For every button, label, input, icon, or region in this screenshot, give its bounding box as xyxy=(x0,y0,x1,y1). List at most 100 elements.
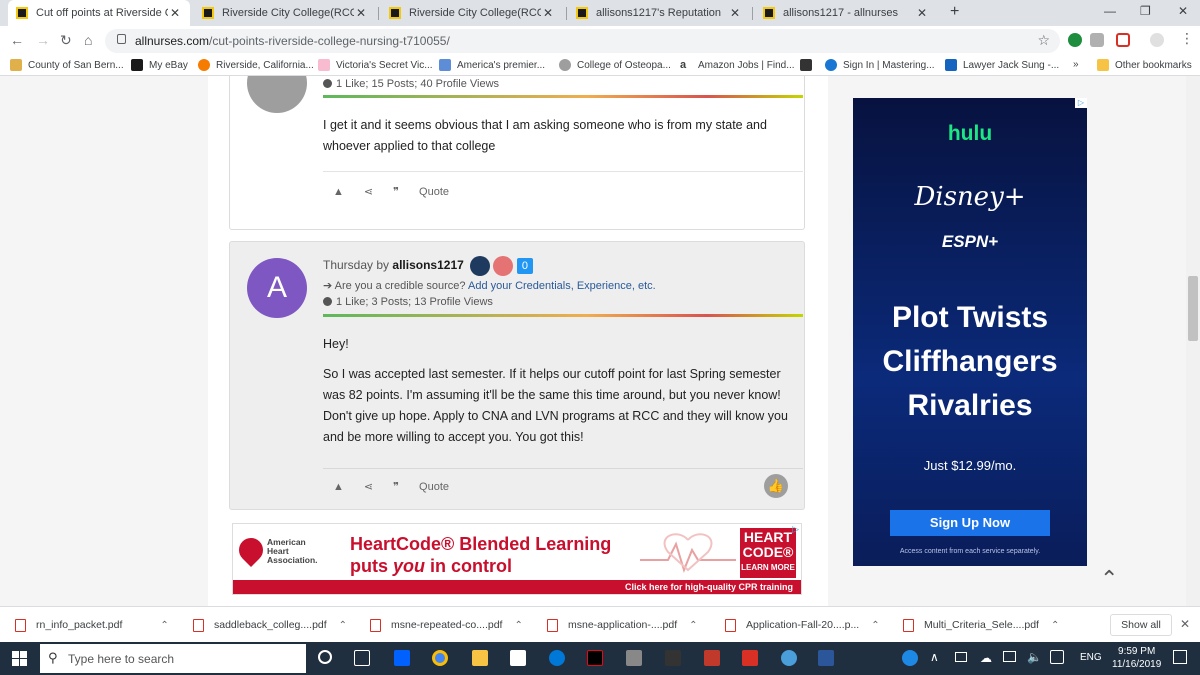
tab-riverside-rcc-2[interactable]: Riverside City College(RCC) Scho ✕ xyxy=(381,0,563,26)
download-item[interactable]: saddleback_colleg....pdf ⌃ xyxy=(193,607,347,643)
chevron-up-icon[interactable]: ⌃ xyxy=(514,620,522,631)
tab-riverside-rcc-1[interactable]: Riverside City College(RCC) Scho ✕ xyxy=(194,0,376,26)
download-item[interactable]: Multi_Criteria_Sele....pdf ⌃ xyxy=(903,607,1059,643)
report-warning-icon[interactable]: ▲ xyxy=(333,481,344,493)
amazon-icon[interactable] xyxy=(510,650,526,666)
download-item[interactable]: Application-Fall-20....p... ⌃ xyxy=(725,607,880,643)
tray-chevron-up-icon[interactable]: ∧ xyxy=(930,650,939,664)
bookmark-star-icon[interactable]: ☆ xyxy=(1037,32,1050,49)
report-warning-icon[interactable]: ▲ xyxy=(333,186,344,198)
chevron-up-icon[interactable]: ⌃ xyxy=(1051,620,1059,631)
taskbar-clock[interactable]: 9:59 PM 11/16/2019 xyxy=(1112,645,1161,671)
extension-pdf-icon[interactable] xyxy=(1090,33,1104,47)
new-tab-plus-icon[interactable]: + xyxy=(950,3,959,21)
home-icon[interactable]: ⌂ xyxy=(84,32,92,48)
bookmark-americas-premier[interactable]: America's premier... xyxy=(439,59,545,71)
bookmark-victorias-secret[interactable]: Victoria's Secret Vic... xyxy=(318,59,433,71)
close-tab-icon[interactable]: ✕ xyxy=(541,6,555,20)
dropbox-icon[interactable] xyxy=(394,650,410,666)
bookmark-riverside[interactable]: Riverside, California... xyxy=(198,59,314,71)
address-bar[interactable]: allnurses.com/cut-points-riverside-colle… xyxy=(105,29,1060,53)
windows-start-icon[interactable] xyxy=(12,651,27,666)
language-indicator[interactable]: ENG xyxy=(1080,652,1102,663)
app-icon[interactable] xyxy=(704,650,720,666)
adchoices-icon[interactable]: ▷ xyxy=(792,524,799,535)
scrollbar-thumb[interactable] xyxy=(1188,276,1198,341)
quote-marks-icon[interactable]: ❞ xyxy=(393,480,399,493)
restore-icon[interactable]: ❐ xyxy=(1140,4,1151,18)
chevron-up-icon[interactable]: ⌃ xyxy=(160,620,168,631)
close-tab-icon[interactable]: ✕ xyxy=(168,6,182,20)
add-credentials-link[interactable]: Add your Credentials, Experience, etc. xyxy=(468,280,656,292)
help-icon[interactable] xyxy=(902,650,918,666)
quote-marks-icon[interactable]: ❞ xyxy=(393,185,399,198)
chevron-up-icon[interactable]: ⌃ xyxy=(339,620,347,631)
close-tab-icon[interactable]: ✕ xyxy=(728,6,742,20)
calculator-icon[interactable] xyxy=(626,650,642,666)
sign-up-now-button[interactable]: Sign Up Now xyxy=(890,510,1050,536)
netflix-icon[interactable] xyxy=(587,650,603,666)
avatar[interactable]: A xyxy=(247,258,307,318)
zoom-icon[interactable] xyxy=(781,650,797,666)
tab-reputation[interactable]: allisons1217's Reputation ✕ xyxy=(568,0,750,26)
bookmark-mastering[interactable] xyxy=(800,59,818,71)
heartcode-ad[interactable]: American Heart Association. HeartCode® Ble… xyxy=(232,523,802,595)
keyboard-icon[interactable] xyxy=(1050,650,1064,664)
minimize-icon[interactable]: — xyxy=(1104,4,1116,18)
cortana-icon[interactable] xyxy=(318,650,332,664)
disney-bundle-ad[interactable]: ▷ hulu Disney+ ESPN+ Plot Twists Cliffhan… xyxy=(853,98,1087,566)
chevron-up-icon[interactable]: ⌃ xyxy=(871,620,879,631)
file-explorer-icon[interactable] xyxy=(472,650,488,666)
download-item[interactable]: msne-application-....pdf ⌃ xyxy=(547,607,698,643)
show-all-downloads-button[interactable]: Show all xyxy=(1110,614,1172,636)
ad-cta-strip[interactable]: Click here for high-quality CPR training xyxy=(233,580,801,594)
quote-button[interactable]: Quote xyxy=(419,186,449,198)
profile-avatar-icon[interactable] xyxy=(1150,33,1164,47)
avatar[interactable] xyxy=(247,76,307,113)
quote-button[interactable]: Quote xyxy=(419,481,449,493)
tab-cut-off-points[interactable]: Cut off points at Riverside Colleg ✕ xyxy=(8,0,190,26)
edge-icon[interactable] xyxy=(549,650,565,666)
download-item[interactable]: rn_info_packet.pdf ⌃ xyxy=(15,607,169,643)
download-item[interactable]: msne-repeated-co....pdf ⌃ xyxy=(370,607,523,643)
close-tab-icon[interactable]: ✕ xyxy=(915,6,929,20)
bookmarks-overflow[interactable]: » xyxy=(1073,59,1079,70)
tab-allnurses-profile[interactable]: allisons1217 - allnurses ✕ xyxy=(755,0,937,26)
close-downloads-icon[interactable]: ✕ xyxy=(1180,617,1190,631)
bookmark-lawyer[interactable]: Lawyer Jack Sung -... xyxy=(945,59,1059,71)
adchoices-icon[interactable]: ▷ xyxy=(1075,98,1087,108)
volume-icon[interactable]: 🔈 xyxy=(1027,650,1042,664)
notifications-icon[interactable] xyxy=(1173,650,1187,664)
extension-grammarly-icon[interactable] xyxy=(1068,33,1082,47)
kindle-icon[interactable] xyxy=(665,650,681,666)
bookmark-college-osteopathic[interactable]: College of Osteopa... xyxy=(559,59,671,71)
victorias-secret-icon xyxy=(318,59,330,71)
cloud-icon[interactable]: ☁ xyxy=(980,651,992,665)
bookmark-amazon-jobs[interactable]: a Amazon Jobs | Find... xyxy=(680,59,795,71)
acrobat-icon[interactable] xyxy=(742,650,758,666)
forward-arrow-icon[interactable]: → xyxy=(36,32,50,48)
battery-icon[interactable] xyxy=(955,652,967,662)
task-view-icon[interactable] xyxy=(354,650,370,666)
extension-calendar-icon[interactable] xyxy=(1116,33,1130,47)
network-icon[interactable] xyxy=(1003,651,1016,662)
bookmark-other[interactable]: Other bookmarks xyxy=(1097,59,1192,71)
scroll-to-top-chevron-icon[interactable]: ⌃ xyxy=(1100,566,1118,592)
bookmark-county[interactable]: County of San Bern... xyxy=(10,59,124,71)
bookmark-sign-in[interactable]: Sign In | Mastering... xyxy=(825,59,935,71)
menu-kebab-icon[interactable]: ⋮ xyxy=(1180,30,1194,47)
word-icon[interactable] xyxy=(818,650,834,666)
like-thumbs-up-icon[interactable]: 👍 xyxy=(764,474,788,498)
back-arrow-icon[interactable]: ← xyxy=(10,32,24,48)
share-icon[interactable]: ⋖ xyxy=(364,480,373,493)
page-scrollbar[interactable] xyxy=(1186,76,1200,606)
author-link[interactable]: allisons1217 xyxy=(392,258,463,272)
taskbar-search-box[interactable]: ⚲ Type here to search xyxy=(40,644,306,673)
share-icon[interactable]: ⋖ xyxy=(364,185,373,198)
window-close-icon[interactable]: ✕ xyxy=(1178,4,1188,18)
reload-icon[interactable]: ↻ xyxy=(60,32,72,49)
chrome-icon[interactable] xyxy=(432,650,448,666)
close-tab-icon[interactable]: ✕ xyxy=(354,6,368,20)
bookmark-ebay[interactable]: My eBay xyxy=(131,59,188,71)
chevron-up-icon[interactable]: ⌃ xyxy=(689,620,697,631)
